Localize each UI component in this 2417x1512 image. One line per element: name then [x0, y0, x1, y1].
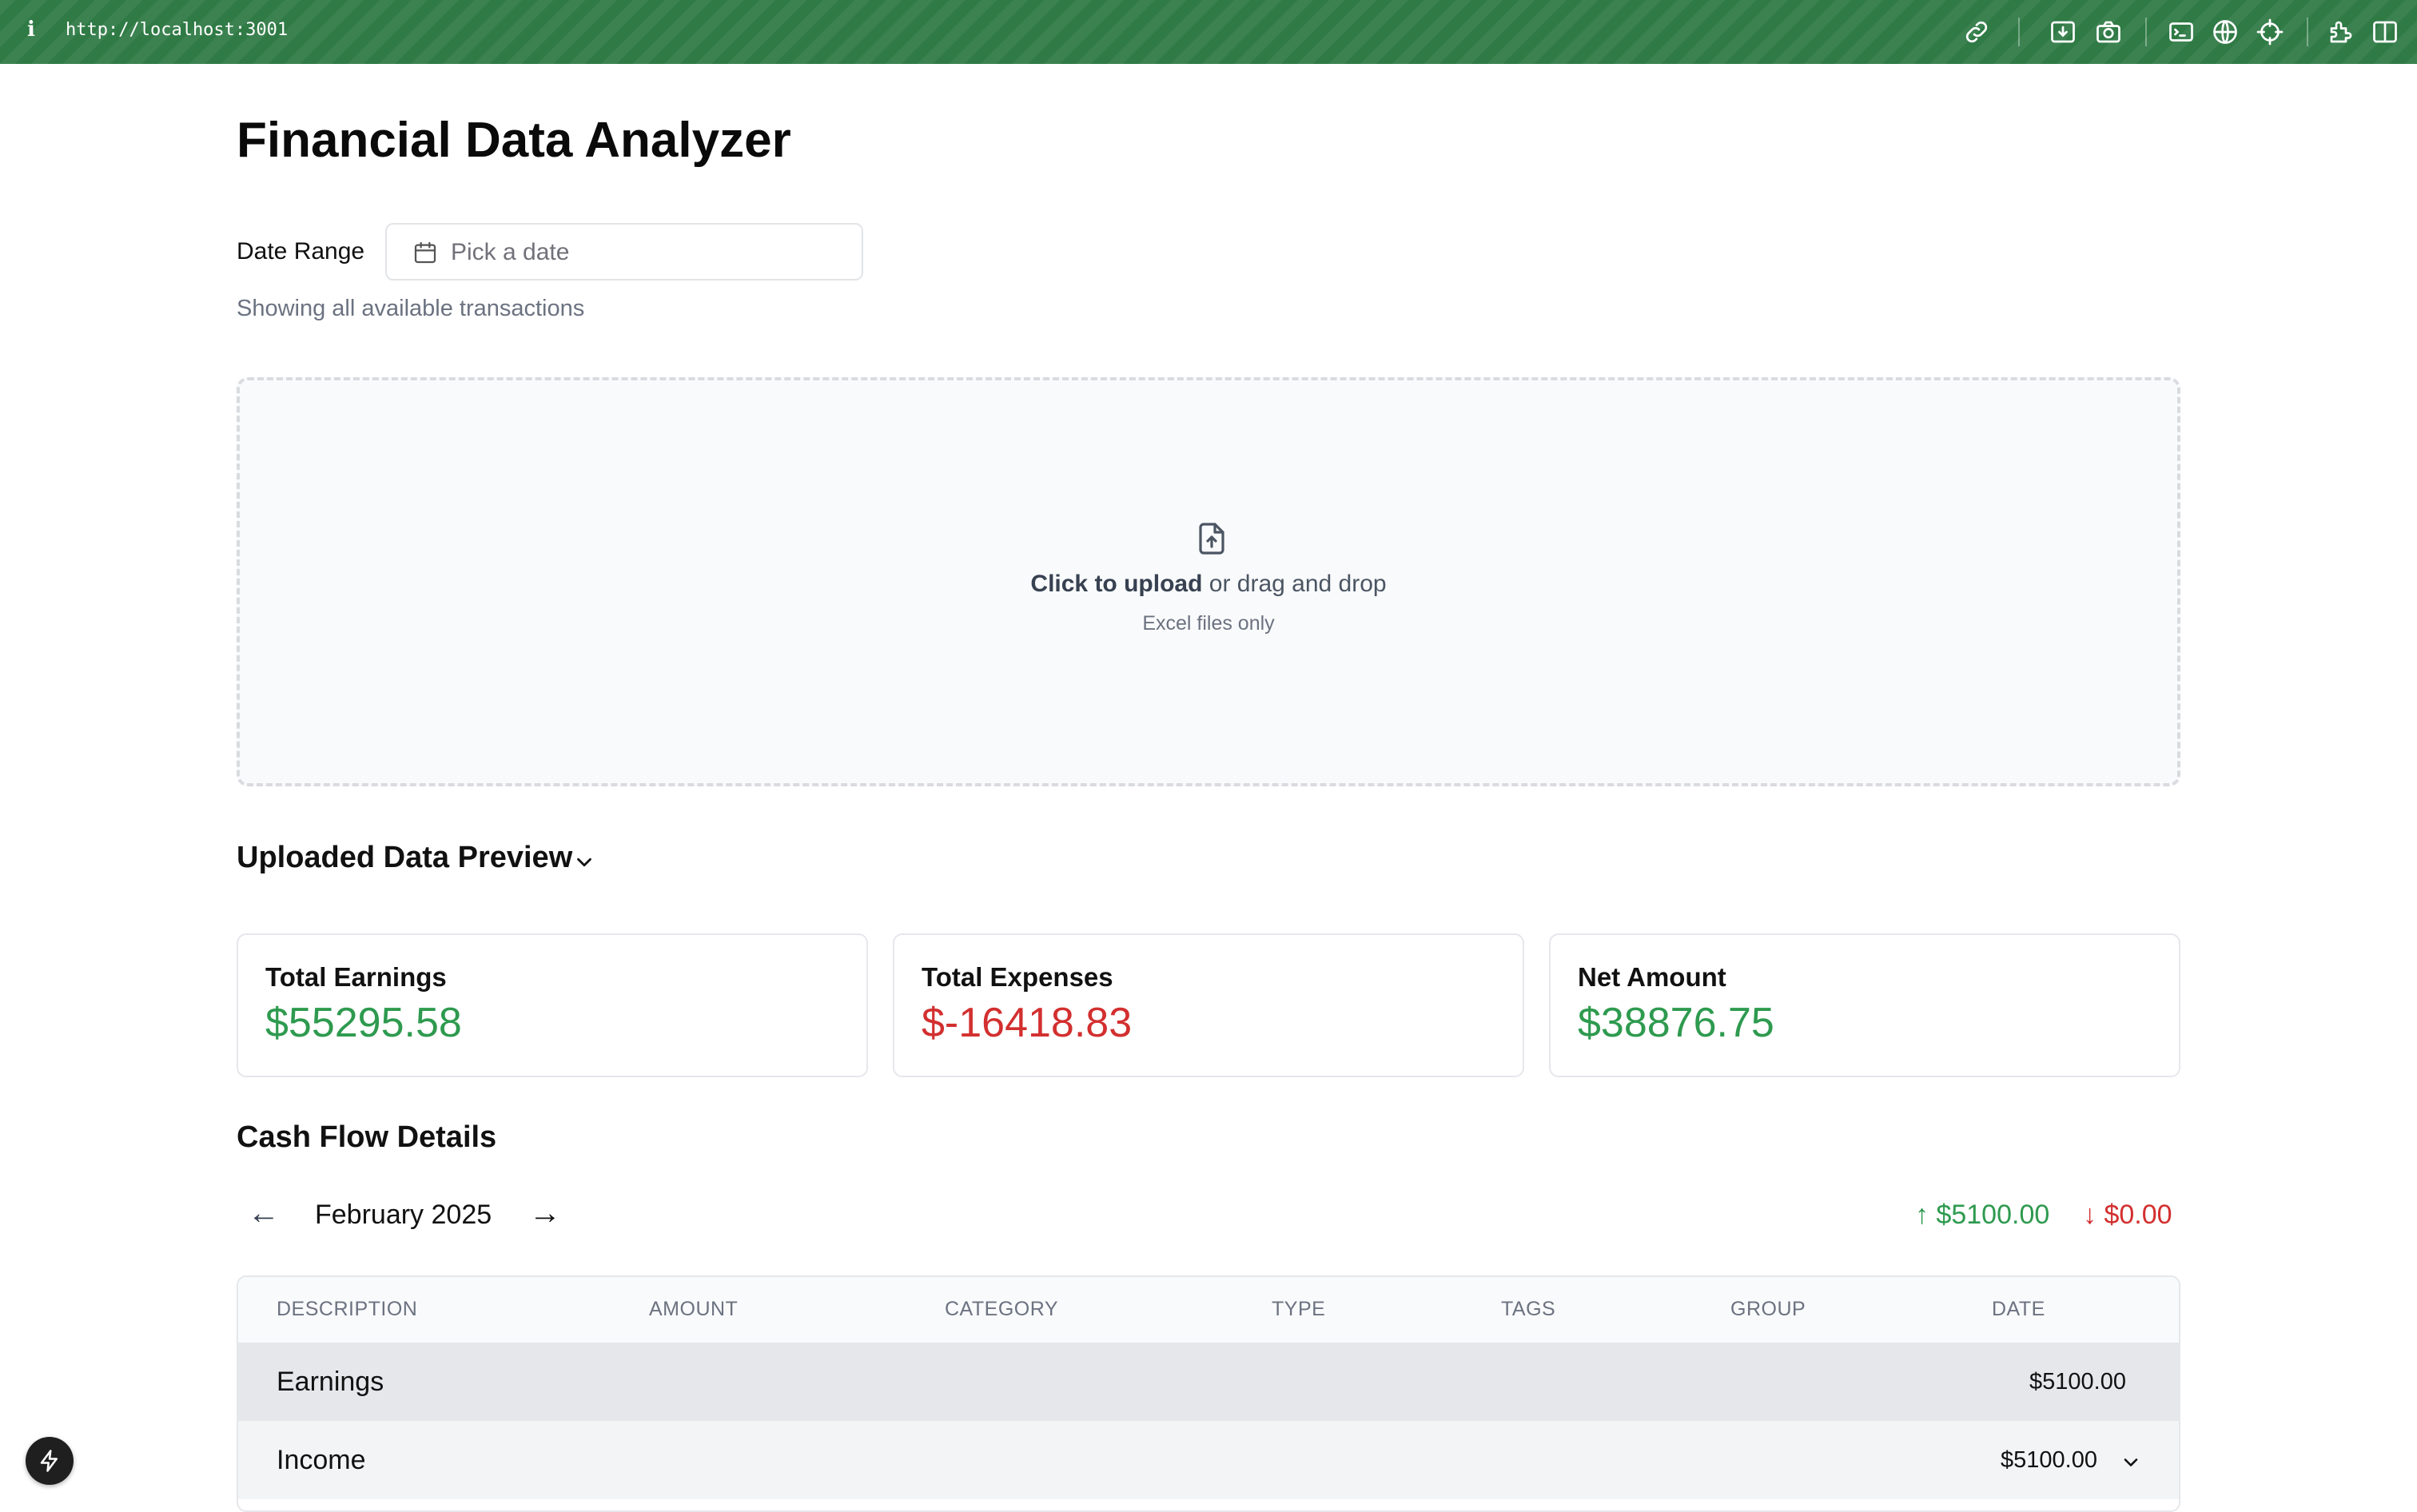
globe-icon[interactable]	[2211, 18, 2240, 46]
current-month: February 2025	[315, 1200, 492, 1230]
net-amount-value: $38876.75	[1578, 1000, 1774, 1046]
calendar-icon	[412, 240, 438, 265]
date-range-hint: Showing all available transactions	[237, 296, 585, 321]
date-range-label: Date Range	[237, 238, 365, 265]
row-amount: $5100.00	[2001, 1447, 2097, 1473]
cash-flow-title: Cash Flow Details	[237, 1120, 497, 1154]
cash-flow-table: DESCRIPTION AMOUNT CATEGORY TYPE TAGS GR…	[237, 1275, 2180, 1512]
net-amount-label: Net Amount	[1578, 962, 1726, 992]
site-info-button[interactable]: i	[27, 18, 35, 42]
address-bar[interactable]: http://localhost:3001	[66, 20, 288, 40]
column-header-amount: AMOUNT	[649, 1298, 739, 1320]
chevron-down-icon[interactable]	[572, 850, 596, 874]
table-header: DESCRIPTION AMOUNT CATEGORY TYPE TAGS GR…	[238, 1277, 2179, 1343]
row-name: Earnings	[277, 1367, 384, 1397]
column-header-tags: TAGS	[1501, 1298, 1556, 1320]
upload-cta-rest: or drag and drop	[1202, 571, 1387, 597]
uploaded-data-preview-toggle[interactable]: Uploaded Data Preview	[237, 841, 572, 875]
row-name: Income	[277, 1445, 366, 1475]
total-earnings-label: Total Earnings	[265, 962, 447, 992]
toolbar-divider	[2018, 18, 2020, 46]
lightning-icon	[40, 1450, 58, 1472]
date-picker-button[interactable]: Pick a date	[385, 223, 863, 281]
dev-tools-button[interactable]	[26, 1437, 74, 1485]
column-header-date: DATE	[1992, 1298, 2045, 1320]
browser-toolbar: i http://localhost:3001	[0, 0, 2417, 64]
camera-icon[interactable]	[2094, 18, 2123, 46]
total-expenses-card: Total Expenses $-16418.83	[893, 933, 1524, 1077]
page-title: Financial Data Analyzer	[237, 113, 791, 168]
file-upload-icon	[1193, 519, 1231, 558]
column-header-group: GROUP	[1730, 1298, 1806, 1320]
upload-file-types: Excel files only	[1142, 612, 1275, 635]
row-amount: $5100.00	[2029, 1369, 2126, 1395]
total-expenses-value: $-16418.83	[922, 1000, 1133, 1046]
terminal-icon[interactable]	[2167, 18, 2196, 46]
link-icon[interactable]	[1962, 18, 1991, 46]
chevron-down-icon[interactable]	[2120, 1451, 2142, 1474]
crosshair-icon[interactable]	[2256, 18, 2284, 46]
total-earnings-card: Total Earnings $55295.58	[237, 933, 868, 1077]
split-view-icon[interactable]	[2371, 18, 2399, 46]
net-amount-card: Net Amount $38876.75	[1549, 933, 2180, 1077]
total-earnings-value: $55295.58	[265, 1000, 462, 1046]
total-expenses-label: Total Expenses	[922, 962, 1113, 992]
upload-cta[interactable]: Click to upload	[1030, 571, 1202, 597]
previous-month-button[interactable]: ←	[248, 1196, 280, 1231]
table-row-income[interactable]: Income $5100.00	[238, 1421, 2179, 1499]
date-picker-placeholder: Pick a date	[451, 239, 570, 265]
upload-instructions: Click to upload or drag and drop	[240, 571, 2177, 598]
table-row-earnings[interactable]: Earnings $5100.00	[238, 1343, 2179, 1421]
column-header-type: TYPE	[1272, 1298, 1326, 1320]
toolbar-divider	[2145, 18, 2147, 46]
column-header-category: CATEGORY	[945, 1298, 1058, 1320]
month-inflow: ↑ $5100.00	[1915, 1200, 2050, 1230]
column-header-description: DESCRIPTION	[277, 1298, 418, 1320]
file-upload-dropzone[interactable]: Click to upload or drag and drop Excel f…	[237, 377, 2180, 786]
extensions-icon[interactable]	[2327, 18, 2355, 46]
download-icon[interactable]	[2049, 18, 2077, 46]
month-outflow: ↓ $0.00	[2083, 1200, 2172, 1230]
toolbar-divider	[2307, 18, 2308, 46]
next-month-button[interactable]: →	[529, 1196, 561, 1231]
